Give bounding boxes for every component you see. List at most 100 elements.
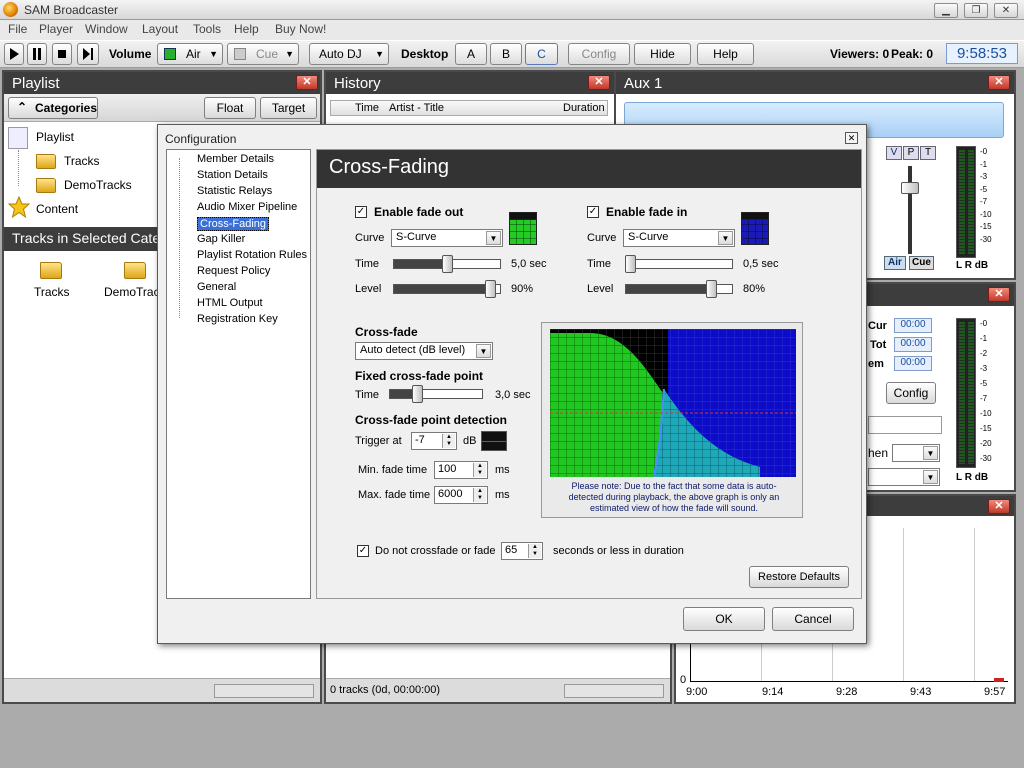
minimize-button[interactable]: ▁: [934, 3, 958, 18]
help-button[interactable]: Help: [697, 43, 754, 65]
target-button[interactable]: Target: [260, 97, 317, 119]
nav-html-output[interactable]: HTML Output: [197, 297, 263, 309]
nav-statistic-relays[interactable]: Statistic Relays: [197, 185, 272, 197]
tracks-icon-label[interactable]: Tracks: [34, 285, 70, 299]
column-duration[interactable]: Duration: [563, 102, 605, 114]
fixed-time-value: 3,0 sec: [495, 389, 531, 401]
categories-button[interactable]: ⌃ Categories: [8, 97, 98, 119]
dialog-close-button[interactable]: ✕: [845, 132, 858, 144]
config-button[interactable]: Config: [568, 43, 630, 65]
playlist-close-button[interactable]: ✕: [296, 75, 318, 90]
app-title: SAM Broadcaster: [24, 3, 119, 17]
deck-dropdown[interactable]: ▼: [868, 468, 940, 486]
nav-gap-killer[interactable]: Gap Killer: [197, 233, 245, 245]
air-volume-dropdown[interactable]: Air ▼: [157, 43, 223, 65]
trigger-color-swatch[interactable]: [481, 431, 507, 451]
no-crossfade-checkbox[interactable]: ✓: [357, 545, 369, 557]
fade-out-time-slider[interactable]: [393, 254, 503, 274]
desktop-c-button[interactable]: C: [525, 43, 558, 65]
menu-layout[interactable]: Layout: [142, 22, 178, 36]
menu-buy-now[interactable]: Buy Now!: [275, 22, 326, 36]
ok-button[interactable]: OK: [683, 607, 765, 631]
menu-window[interactable]: Window: [85, 22, 128, 36]
fade-in-time-slider[interactable]: [625, 254, 735, 274]
close-button[interactable]: ✕: [994, 3, 1018, 18]
fade-out-curve-dropdown[interactable]: S-Curve ▼: [391, 229, 503, 247]
stop-button[interactable]: [52, 43, 72, 65]
p-button[interactable]: P: [903, 146, 919, 160]
fade-in-curve-dropdown[interactable]: S-Curve ▼: [623, 229, 735, 247]
folder-icon: [124, 262, 146, 279]
auto-dj-button[interactable]: Auto DJ ▼: [309, 43, 389, 65]
fixed-time-slider[interactable]: [389, 384, 485, 404]
float-button[interactable]: Float: [204, 97, 256, 119]
hide-button[interactable]: Hide: [634, 43, 691, 65]
nav-request-policy[interactable]: Request Policy: [197, 265, 270, 277]
fade-out-curve-label: Curve: [355, 232, 385, 244]
tree-item-playlist[interactable]: Playlist: [36, 130, 74, 144]
trigger-spinner[interactable]: -7 ▲ ▼: [411, 432, 457, 450]
fade-in-checkbox[interactable]: ✓: [587, 206, 599, 218]
then-dropdown[interactable]: ▼: [892, 444, 940, 462]
min-fade-spinner[interactable]: 100 ▲ ▼: [434, 461, 488, 479]
deck-config-button[interactable]: Config: [886, 382, 936, 404]
fade-in-color-swatch[interactable]: [741, 217, 769, 245]
fade-out-time-thumb[interactable]: [442, 255, 453, 273]
menu-tools[interactable]: Tools: [193, 22, 221, 36]
fade-in-level-thumb[interactable]: [706, 280, 718, 298]
nav-general[interactable]: General: [197, 281, 236, 293]
deck-close-button[interactable]: ✕: [988, 287, 1010, 302]
fade-out-color-swatch[interactable]: [509, 217, 537, 245]
fixed-time-thumb[interactable]: [412, 385, 424, 403]
column-artist-title[interactable]: Artist - Title: [389, 102, 444, 114]
nav-playlist-rotation-rules[interactable]: Playlist Rotation Rules: [197, 249, 307, 261]
cue-volume-dropdown[interactable]: Cue ▼: [227, 43, 299, 65]
cross-fading-pane: Cross-Fading ✓ Enable fade out Curve S-C…: [316, 149, 862, 599]
menu-player[interactable]: Player: [39, 22, 73, 36]
tree-item-tracks[interactable]: Tracks: [64, 154, 100, 168]
play-button[interactable]: [4, 43, 24, 65]
tree-item-demotracks[interactable]: DemoTracks: [64, 178, 132, 192]
folder-icon: [40, 262, 62, 279]
menu-file[interactable]: File: [8, 22, 27, 36]
nav-registration-key[interactable]: Registration Key: [197, 313, 278, 325]
toolbar: Volume Air ▼ Cue ▼ Auto DJ ▼ Desktop A B…: [0, 40, 1024, 68]
desktop-a-button[interactable]: A: [455, 43, 487, 65]
aux1-volume-thumb[interactable]: [901, 182, 919, 194]
tree-item-content[interactable]: Content: [36, 202, 78, 216]
nav-member-details[interactable]: Member Details: [197, 153, 274, 165]
crossfade-mode-dropdown[interactable]: Auto detect (dB level) ▼: [355, 342, 493, 360]
restore-button[interactable]: ❐: [964, 3, 988, 18]
categories-label: Categories: [35, 101, 98, 115]
next-button[interactable]: [77, 43, 99, 65]
aux1-cue-button[interactable]: Cue: [909, 256, 934, 270]
column-time[interactable]: Time: [355, 102, 379, 114]
restore-defaults-button[interactable]: Restore Defaults: [749, 566, 849, 588]
pause-button[interactable]: [27, 43, 47, 65]
v-button[interactable]: V: [886, 146, 902, 160]
fixed-crossfade-label: Fixed cross-fade point: [355, 369, 484, 383]
history-close-button[interactable]: ✕: [588, 75, 610, 90]
cancel-button[interactable]: Cancel: [772, 607, 854, 631]
graph-y-zero: 0: [680, 674, 687, 686]
no-crossfade-spinner[interactable]: 65 ▲ ▼: [501, 542, 543, 560]
fade-in-time-thumb[interactable]: [625, 255, 637, 273]
fade-out-level-slider[interactable]: [393, 279, 503, 299]
nav-cross-fading[interactable]: Cross-Fading: [197, 217, 270, 231]
graph-close-button[interactable]: ✕: [988, 499, 1010, 514]
fade-out-level-thumb[interactable]: [485, 280, 497, 298]
fade-in-level-slider[interactable]: [625, 279, 735, 299]
history-title: History: [334, 75, 381, 92]
aux1-air-button[interactable]: Air: [884, 256, 906, 270]
desktop-b-button[interactable]: B: [490, 43, 522, 65]
fade-preview-box: Please note: Due to the fact that some d…: [541, 322, 803, 518]
menu-help[interactable]: Help: [234, 22, 259, 36]
fade-in-curve-label: Curve: [587, 232, 617, 244]
nav-audio-mixer-pipeline[interactable]: Audio Mixer Pipeline: [197, 201, 297, 213]
max-fade-spinner[interactable]: 6000 ▲ ▼: [434, 486, 488, 504]
aux1-close-button[interactable]: ✕: [988, 75, 1010, 90]
viewers-count: Viewers: 0: [830, 47, 890, 61]
fade-out-checkbox[interactable]: ✓: [355, 206, 367, 218]
nav-station-details[interactable]: Station Details: [197, 169, 268, 181]
t-button[interactable]: T: [920, 146, 936, 160]
